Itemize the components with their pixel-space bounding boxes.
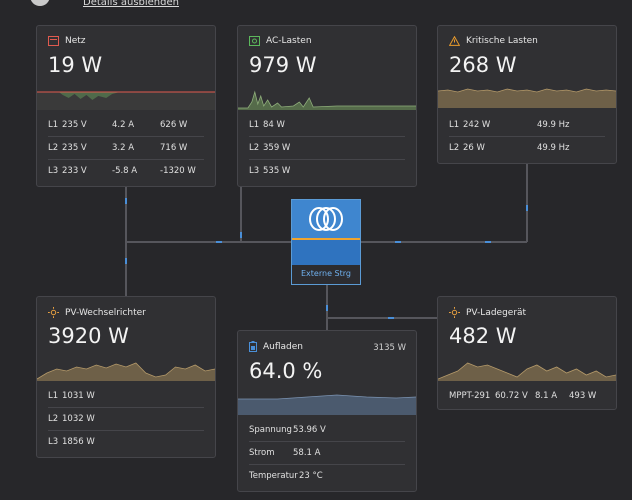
table-row: MPPT-291 60.72 V 8.1 A 493 W [449,391,597,401]
table-row: L2 359 W [249,136,405,159]
warning-triangle-icon [449,36,460,46]
critical-loads-value: 268 W [449,53,517,77]
pv-inverter-sparkline [37,362,215,381]
table-row: L3 1856 W [48,430,204,453]
grid-sparkline [37,91,215,110]
critical-loads-card[interactable]: Kritische Lasten 268 W L1 242 W 49.9 Hz … [437,25,617,164]
ac-loads-value: 979 W [249,53,317,77]
ac-phase-rows: L1 84 W L2 359 W L3 535 W [249,114,405,182]
table-row: Strom 58.1 A [249,441,405,464]
sun-icon [449,307,460,318]
table-row: Spannung 53.96 V [249,425,326,435]
table-row: L2 1032 W [48,407,204,430]
battery-sparkline [238,394,416,415]
grid-meter-icon [48,36,59,46]
battery-card[interactable]: Aufladen 3135 W 64.0 % Spannung 53.96 V … [237,330,417,492]
critical-phase-rows: L1 242 W 49.9 Hz L2 26 W 49.9 Hz [449,114,605,159]
critical-loads-title: Kritische Lasten [466,36,538,46]
critical-loads-sparkline [438,88,616,108]
battery-power: 3135 W [373,343,406,353]
pv-charger-title: PV-Ladegerät [466,307,527,318]
victron-logo-icon [309,207,343,231]
ac-loads-card[interactable]: AC-Lasten 979 W L1 84 W L2 359 W L3 535 … [237,25,417,187]
table-row: L1 235 V 4.2 A 626 W [48,120,188,130]
table-row: L3 233 V -5.8 A -1320 W [48,159,204,182]
table-row: L1 1031 W [48,391,95,401]
ac-loads-sparkline [238,90,416,110]
ac-loads-title: AC-Lasten [266,36,312,46]
grid-title: Netz [65,36,86,46]
battery-status-title: Aufladen [263,341,303,352]
grid-card[interactable]: Netz 19 W L1 235 V 4.2 A 626 W L2 235 V … [36,25,216,187]
table-row: Temperatur 23 °C [249,464,405,487]
pv-inverter-value: 3920 W [48,324,129,348]
table-row: L1 242 W 49.9 Hz [449,120,570,130]
pv-inverter-phase-rows: L1 1031 W L2 1032 W L3 1856 W [48,385,204,453]
sun-icon [48,307,59,318]
grid-phase-rows: L1 235 V 4.2 A 626 W L2 235 V 3.2 A 716 … [48,114,204,182]
battery-soc-value: 64.0 % [249,359,323,383]
pv-inverter-card[interactable]: PV-Wechselrichter 3920 W L1 1031 W L2 10… [36,296,216,458]
pv-charger-sparkline [438,362,616,381]
table-row: L2 235 V 3.2 A 716 W [48,136,204,159]
inverter-hub[interactable]: Externe Strg [291,199,361,285]
pv-charger-card[interactable]: PV-Ladegerät 482 W MPPT-291 60.72 V 8.1 … [437,296,617,410]
table-row: L2 26 W 49.9 Hz [449,136,605,159]
battery-detail-rows: Spannung 53.96 V Strom 58.1 A Temperatur… [249,419,405,487]
pv-inverter-title: PV-Wechselrichter [65,307,146,318]
grid-value: 19 W [48,53,103,77]
pv-charger-value: 482 W [449,324,517,348]
hub-mode-label: Externe Strg [301,269,351,278]
battery-icon [249,341,257,352]
ac-plug-icon [249,36,260,46]
table-row: L1 84 W [249,120,285,130]
pv-charger-rows: MPPT-291 60.72 V 8.1 A 493 W [449,385,605,407]
table-row: L3 535 W [249,159,405,182]
